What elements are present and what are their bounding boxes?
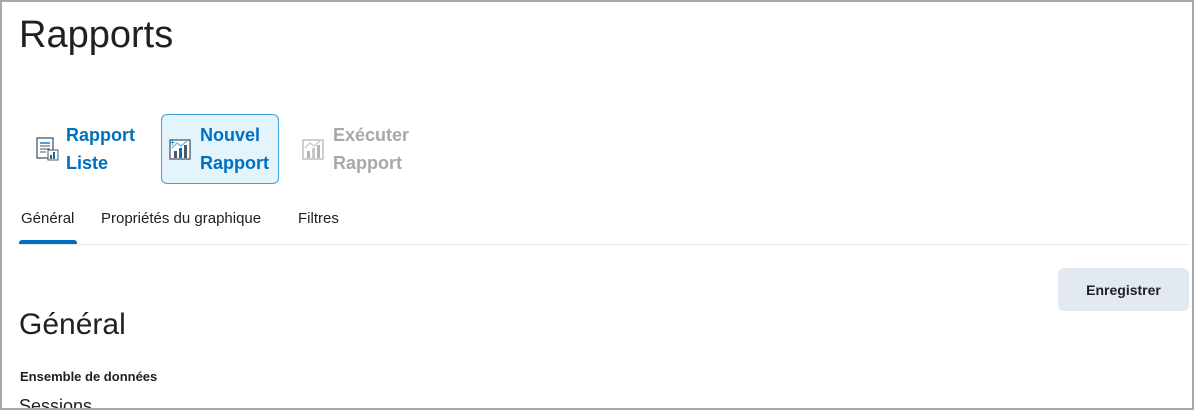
page-title: Rapports: [19, 14, 174, 56]
report-list-label-line2: Liste: [66, 153, 109, 173]
report-list-icon: [36, 137, 59, 161]
dataset-value: Sessions: [19, 396, 93, 410]
section-heading: Général: [19, 308, 126, 341]
new-report-label-line1: Nouvel: [200, 125, 261, 145]
run-report-button[interactable]: Exécuter Rapport: [295, 114, 425, 184]
run-report-label-line1: Exécuter: [333, 125, 410, 145]
new-report-label-line2: Rapport: [200, 153, 269, 173]
tab-general[interactable]: Général: [21, 210, 74, 227]
save-button[interactable]: Enregistrer: [1058, 268, 1189, 311]
active-tab-indicator: [19, 240, 77, 244]
tab-bar: Général Propriétés du graphique Filtres: [19, 202, 1188, 245]
new-report-icon: +: [169, 138, 191, 160]
new-report-button[interactable]: + Nouvel Rapport: [161, 114, 279, 184]
report-list-label-line1: Rapport: [66, 125, 135, 145]
dataset-label: Ensemble de données: [20, 369, 158, 384]
run-report-label-line2: Rapport: [333, 153, 402, 173]
tab-filters[interactable]: Filtres: [298, 210, 339, 227]
app-window: Rapports Rapport Liste + Nouvel Rapport …: [0, 0, 1194, 410]
run-report-icon: [302, 139, 324, 160]
svg-text:+: +: [169, 138, 176, 147]
report-list-button[interactable]: Rapport Liste: [28, 114, 146, 184]
tab-chart-properties[interactable]: Propriétés du graphique: [101, 210, 261, 227]
